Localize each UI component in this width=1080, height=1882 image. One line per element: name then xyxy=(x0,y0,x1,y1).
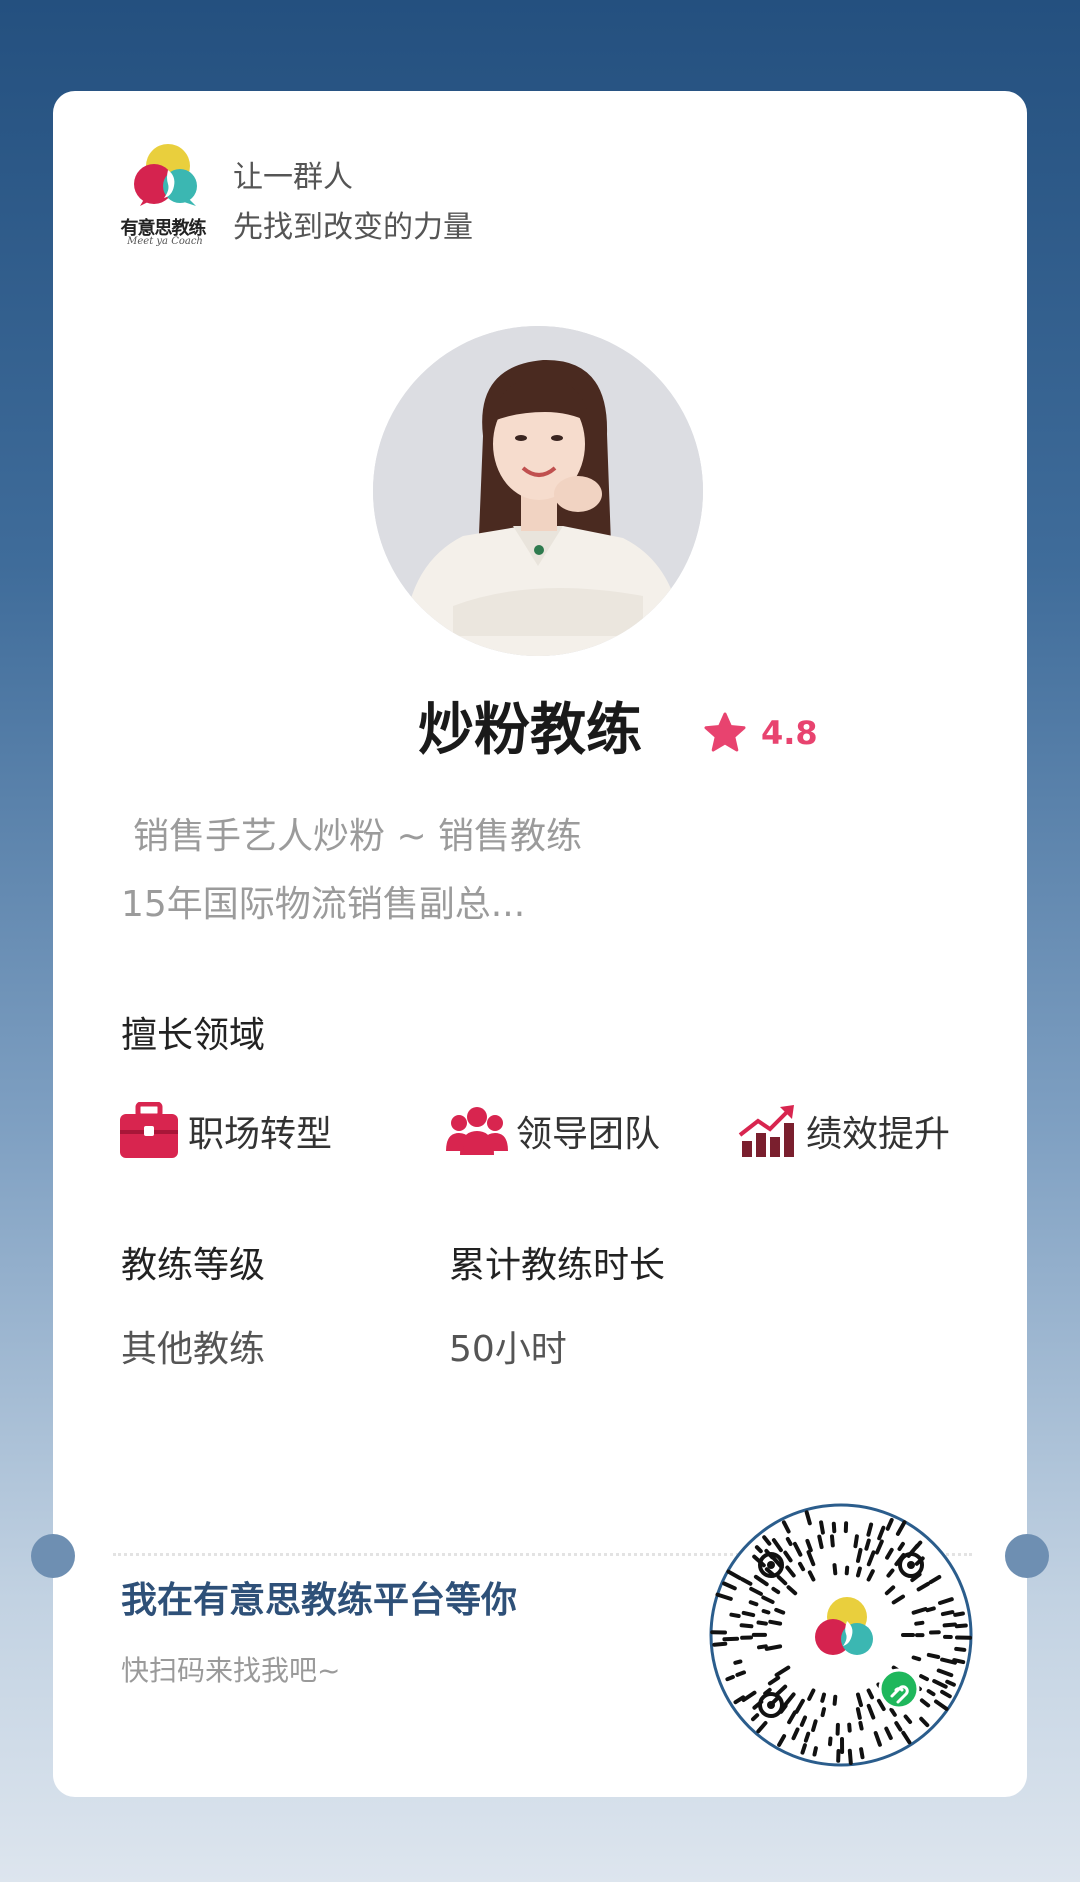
bio-line-1: 销售手艺人炒粉 ~ 销售教练 xyxy=(133,816,583,857)
stat-hours: 累计教练时长 50小时 xyxy=(449,1241,665,1375)
coach-bio: 销售手艺人炒粉 ~ 销售教练 15年国际物流销售副总... xyxy=(121,803,582,939)
brand-logo: 有意思教练 Meet ya Coach xyxy=(108,136,218,256)
ticket-notch-right xyxy=(1005,1534,1049,1578)
coach-stats: 教练等级 其他教练 累计教练时长 50小时 xyxy=(121,1241,981,1421)
cta-title: 我在有意思教练平台等你 xyxy=(121,1580,518,1621)
name-row: 炒粉教练 4.8 xyxy=(53,691,1027,781)
expertise-item-leadership: 领导团队 xyxy=(446,1096,660,1166)
star-icon xyxy=(704,712,746,752)
stat-hours-value: 50小时 xyxy=(449,1329,567,1370)
slogan-line-2: 先找到改变的力量 xyxy=(233,210,473,245)
expertise-label-career: 职场转型 xyxy=(188,1114,333,1155)
expertise-title: 擅长领域 xyxy=(121,1015,266,1056)
growth-chart-icon xyxy=(738,1105,794,1157)
expertise-label-leadership: 领导团队 xyxy=(516,1114,661,1155)
brand-slogan: 让一群人 先找到改变的力量 xyxy=(233,153,473,253)
coach-card: 有意思教练 Meet ya Coach 让一群人 先找到改变的力量 炒粉教练 4… xyxy=(31,91,1049,1797)
ticket-notch-left xyxy=(31,1534,75,1578)
expertise-list: 职场转型 领导团队 绩效提升 xyxy=(118,1096,998,1166)
stat-level-label: 教练等级 xyxy=(121,1245,266,1286)
stat-level-value: 其他教练 xyxy=(121,1329,266,1370)
slogan-line-1: 让一群人 xyxy=(233,160,353,195)
brand-logo-mark xyxy=(134,144,197,206)
bio-line-2: 15年国际物流销售副总... xyxy=(121,884,526,925)
brand-logo-subtext: Meet ya Coach xyxy=(127,236,203,247)
coach-name: 炒粉教练 xyxy=(418,698,642,763)
expertise-item-performance: 绩效提升 xyxy=(738,1096,950,1166)
expertise-label-performance: 绩效提升 xyxy=(806,1114,951,1155)
stat-level: 教练等级 其他教练 xyxy=(121,1241,265,1375)
cta-subtitle: 快扫码来找我吧~ xyxy=(121,1654,341,1687)
rating-value: 4.8 xyxy=(761,714,818,752)
team-icon xyxy=(446,1107,508,1155)
expertise-item-career: 职场转型 xyxy=(118,1096,332,1166)
briefcase-icon xyxy=(120,1102,178,1158)
stat-hours-label: 累计教练时长 xyxy=(449,1245,666,1286)
mini-program-qr-code[interactable] xyxy=(709,1503,973,1767)
coach-avatar xyxy=(373,326,703,656)
